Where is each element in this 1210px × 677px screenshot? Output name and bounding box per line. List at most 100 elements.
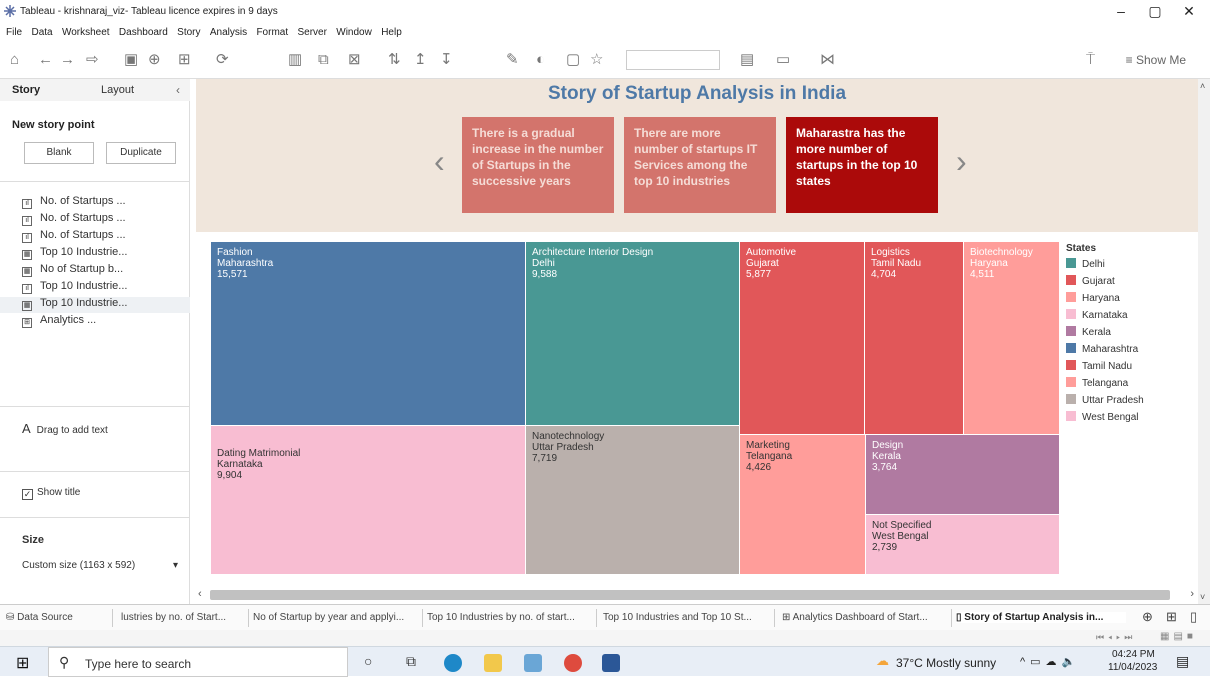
close-button[interactable]: ✕ — [1174, 3, 1204, 20]
story-point-1[interactable]: There is a gradual increase in the numbe… — [462, 117, 614, 213]
save-icon[interactable]: ▣ — [124, 52, 138, 68]
cortana-icon[interactable]: ○ — [364, 653, 372, 669]
treemap-tile[interactable]: Nanotechnology Uttar Pradesh 7,719 — [525, 425, 740, 575]
legend-item[interactable]: Haryana — [1066, 292, 1176, 309]
new-sheet-icon[interactable]: ⊞ — [178, 52, 191, 68]
clear-sheet-icon[interactable]: ⊠ — [348, 52, 361, 68]
menu-story[interactable]: Story — [177, 22, 200, 38]
vertical-scrollbar[interactable]: ˄ ˅ — [1198, 79, 1210, 604]
sheet-list-item[interactable]: ıl No. of Startups ... — [22, 195, 182, 211]
sheet-tab[interactable]: No of Startup by year and applyi... — [253, 612, 419, 623]
windows-start-icon[interactable]: ⊞ — [16, 653, 29, 673]
scroll-down-icon[interactable]: ˅ — [1200, 592, 1205, 602]
refresh-icon[interactable]: ⟳ — [216, 52, 229, 68]
menu-format[interactable]: Format — [256, 22, 288, 38]
show-me-button[interactable]: ≡ Show Me — [1126, 53, 1186, 67]
swap-icon[interactable]: ⇅ — [388, 52, 401, 68]
legend-item[interactable]: West Bengal — [1066, 411, 1176, 428]
blank-button[interactable]: Blank — [24, 142, 94, 164]
file-explorer-icon[interactable] — [484, 654, 502, 672]
drag-text-item[interactable]: A Drag to add text — [22, 421, 108, 436]
menu-file[interactable]: File — [6, 22, 22, 38]
highlight-icon[interactable]: ✎ — [506, 52, 519, 68]
tooltip-icon[interactable]: ⍑ — [1086, 52, 1095, 68]
menu-analysis[interactable]: Analysis — [210, 22, 247, 38]
replay-icon[interactable]: ⇨ — [86, 52, 99, 68]
sheet-list-item[interactable]: ▦ No of Startup b... — [22, 263, 182, 279]
group-icon[interactable]: ◐ — [536, 52, 545, 68]
notifications-icon[interactable]: ▤ — [1176, 653, 1189, 670]
minimize-button[interactable]: – — [1106, 3, 1136, 19]
clock-date[interactable]: 11/04/2023 — [1108, 662, 1157, 673]
tab-story-active[interactable]: ▯ Story of Startup Analysis in... — [956, 612, 1126, 623]
legend-item[interactable]: Tamil Nadu — [1066, 360, 1176, 377]
sheet-list-item[interactable]: ▦ Top 10 Industrie... — [0, 297, 190, 313]
scroll-right-icon[interactable]: › — [1190, 588, 1194, 600]
legend-item[interactable]: Uttar Pradesh — [1066, 394, 1176, 411]
maximize-button[interactable]: ▢ — [1140, 3, 1170, 20]
treemap-tile[interactable]: Fashion Maharashtra 15,571 — [210, 241, 526, 426]
sheet-tab[interactable]: lustries by no. of Start... — [121, 612, 245, 623]
new-worksheet-icon[interactable]: ▥ — [288, 52, 302, 68]
tab-layout[interactable]: Layout — [101, 84, 134, 96]
story-point-2[interactable]: There are more number of startups IT Ser… — [624, 117, 776, 213]
menu-window[interactable]: Window — [336, 22, 372, 38]
show-cards-icon[interactable]: ▤ — [740, 52, 754, 68]
labels-icon[interactable]: ▢ — [566, 52, 580, 68]
menu-help[interactable]: Help — [381, 22, 402, 38]
home-icon[interactable]: ⌂ — [10, 52, 19, 68]
sheet-list-item[interactable]: ▦ Top 10 Industrie... — [22, 246, 182, 262]
sheet-tab[interactable]: Top 10 Industries by no. of start... — [427, 612, 593, 623]
taskbar-search[interactable]: ⚲ Type here to search — [48, 647, 348, 677]
treemap-tile[interactable]: Not Specified West Bengal 2,739 — [865, 514, 1060, 575]
treemap-tile[interactable]: Biotechnology Haryana 4,511 — [963, 241, 1060, 435]
chrome-icon[interactable] — [564, 654, 582, 672]
word-icon[interactable] — [602, 654, 620, 672]
menu-dashboard[interactable]: Dashboard — [119, 22, 168, 38]
menu-server[interactable]: Server — [297, 22, 326, 38]
tableau-app-icon[interactable] — [524, 654, 542, 672]
legend-item[interactable]: Kerala — [1066, 326, 1176, 343]
next-arrow-icon[interactable]: › — [956, 143, 967, 180]
presentation-icon[interactable]: ▭ — [776, 52, 790, 68]
sheet-list-item[interactable]: ⊞ Analytics ... — [22, 314, 182, 330]
previous-arrow-icon[interactable]: ‹ — [434, 143, 445, 180]
sheet-tab[interactable]: Top 10 Industries and Top 10 St... — [603, 612, 771, 623]
scroll-left-icon[interactable]: ‹ — [198, 588, 202, 600]
tab-story[interactable]: Story — [12, 84, 40, 96]
menu-worksheet[interactable]: Worksheet — [62, 22, 110, 38]
scroll-thumb[interactable] — [210, 590, 1170, 600]
scroll-up-icon[interactable]: ˄ — [1200, 81, 1205, 91]
redo-icon[interactable]: → — [60, 52, 75, 68]
edge-icon[interactable] — [444, 654, 462, 672]
new-dashboard-tab-icon[interactable]: ⊞ — [1166, 609, 1177, 625]
sheet-list-item[interactable]: ıl No. of Startups ... — [22, 212, 182, 228]
tab-data-source[interactable]: ⛁ Data Source — [6, 612, 73, 623]
undo-icon[interactable]: ← — [38, 52, 53, 68]
treemap-tile[interactable]: Automotive Gujarat 5,877 — [739, 241, 865, 435]
treemap-tile[interactable]: Design Kerala 3,764 — [865, 434, 1060, 515]
task-view-icon[interactable]: ⧉ — [406, 653, 416, 670]
size-dropdown[interactable]: Custom size (1163 x 592) ▾ — [22, 560, 178, 571]
story-point-3-active[interactable]: Maharastra has the more number of startu… — [786, 117, 938, 213]
legend-item[interactable]: Telangana — [1066, 377, 1176, 394]
horizontal-scrollbar[interactable]: ‹ › — [196, 587, 1198, 603]
treemap-tile[interactable]: Marketing Telangana 4,426 — [739, 434, 866, 575]
view-mode-icons[interactable]: ▦▤■ — [1160, 631, 1197, 642]
treemap-tile[interactable]: Dating Matrimonial Karnataka 9,904 — [210, 425, 526, 575]
legend-item[interactable]: Maharashtra — [1066, 343, 1176, 360]
collapse-pane-icon[interactable]: ‹ — [176, 83, 180, 97]
treemap-tile[interactable]: Architecture Interior Design Delhi 9,588 — [525, 241, 740, 426]
show-title-toggle[interactable]: ✓ Show title — [22, 487, 80, 500]
share-icon[interactable]: ⋈ — [820, 52, 835, 68]
new-data-source-icon[interactable]: ⊕ — [148, 52, 161, 68]
new-worksheet-tab-icon[interactable]: ⊕ — [1142, 609, 1153, 625]
fit-dropdown[interactable] — [626, 50, 720, 70]
system-tray-icons[interactable]: ^▭☁🔈 — [1020, 655, 1080, 668]
legend-item[interactable]: Karnataka — [1066, 309, 1176, 326]
sheet-list-item[interactable]: ıl No. of Startups ... — [22, 229, 182, 245]
duplicate-sheet-icon[interactable]: ⧉ — [318, 52, 329, 68]
new-story-tab-icon[interactable]: ▯ — [1190, 609, 1197, 625]
sort-descending-icon[interactable]: ↧ — [440, 52, 453, 68]
duplicate-button[interactable]: Duplicate — [106, 142, 176, 164]
